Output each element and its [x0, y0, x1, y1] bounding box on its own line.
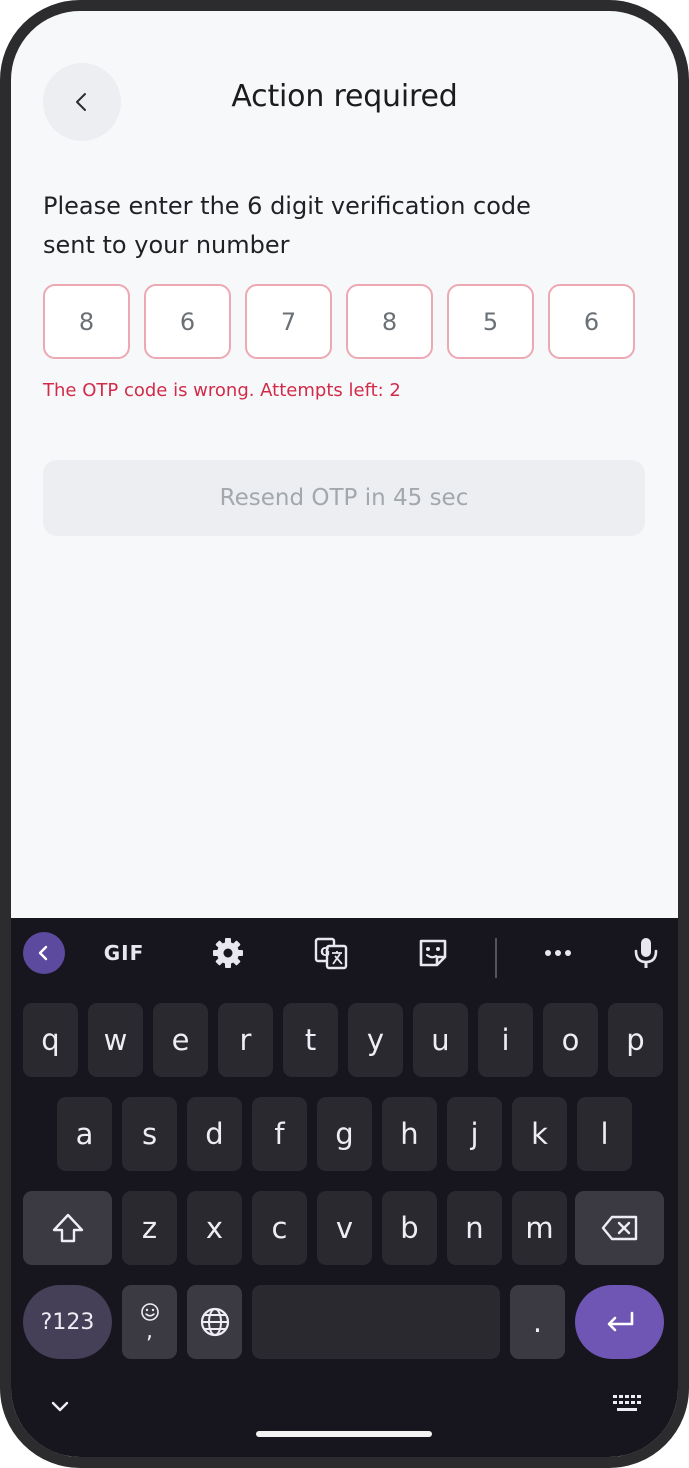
otp-digit-4[interactable]: 8 [346, 284, 433, 359]
more-options-button[interactable] [537, 932, 579, 974]
otp-input-group: 8 6 7 8 5 6 [43, 284, 635, 359]
key-p[interactable]: p [608, 1003, 663, 1077]
backspace-key[interactable] [575, 1191, 664, 1265]
gif-button[interactable]: GIF [101, 932, 147, 974]
keyboard-switcher-button[interactable] [611, 1393, 643, 1417]
key-u[interactable]: u [413, 1003, 468, 1077]
emoji-comma-key[interactable]: , [122, 1285, 177, 1359]
page-title: Action required [231, 79, 458, 114]
keyboard-collapse-button[interactable] [23, 932, 65, 974]
globe-icon [200, 1307, 229, 1337]
voice-input-button[interactable] [625, 932, 667, 974]
comma-label: , [146, 1319, 153, 1344]
key-n[interactable]: n [447, 1191, 502, 1265]
resend-otp-button[interactable]: Resend OTP in 45 sec [43, 460, 645, 536]
key-c[interactable]: c [252, 1191, 307, 1265]
sticker-icon [419, 939, 447, 967]
sticker-button[interactable] [412, 932, 454, 974]
key-r[interactable]: r [218, 1003, 273, 1077]
keyboard-settings-button[interactable] [207, 932, 249, 974]
key-m[interactable]: m [512, 1191, 567, 1265]
toolbar-divider [495, 938, 497, 978]
key-e[interactable]: e [153, 1003, 208, 1077]
language-key[interactable] [187, 1285, 242, 1359]
key-o[interactable]: o [543, 1003, 598, 1077]
chevron-down-icon [51, 1401, 69, 1412]
translate-button[interactable]: G [310, 932, 352, 974]
key-x[interactable]: x [187, 1191, 242, 1265]
key-v[interactable]: v [317, 1191, 372, 1265]
phone-frame: Action required Please enter the 6 digit… [0, 0, 689, 1468]
key-i[interactable]: i [478, 1003, 533, 1077]
key-f[interactable]: f [252, 1097, 307, 1171]
key-z[interactable]: z [122, 1191, 177, 1265]
key-q[interactable]: q [23, 1003, 78, 1077]
more-icon [545, 950, 571, 956]
otp-digit-6[interactable]: 6 [548, 284, 635, 359]
backspace-icon [601, 1215, 637, 1241]
soft-keyboard: GIF G q w e r t y u i o p a s d f g h j … [11, 918, 678, 1457]
navigation-bar [11, 1377, 678, 1457]
key-g[interactable]: g [317, 1097, 372, 1171]
translate-icon: G [314, 937, 348, 970]
gear-icon [213, 938, 243, 968]
keyboard-hide-button[interactable] [47, 1393, 73, 1419]
instruction-line-2: sent to your number [43, 231, 290, 259]
key-b[interactable]: b [382, 1191, 437, 1265]
otp-digit-1[interactable]: 8 [43, 284, 130, 359]
microphone-icon [634, 938, 658, 968]
key-k[interactable]: k [512, 1097, 567, 1171]
period-key[interactable]: . [510, 1285, 565, 1359]
screen: Action required Please enter the 6 digit… [11, 11, 678, 1457]
keyboard-toolbar: GIF G [11, 918, 678, 990]
space-key[interactable] [252, 1285, 500, 1359]
otp-digit-2[interactable]: 6 [144, 284, 231, 359]
key-h[interactable]: h [382, 1097, 437, 1171]
instruction-line-1: Please enter the 6 digit verification co… [43, 192, 531, 220]
otp-digit-5[interactable]: 5 [447, 284, 534, 359]
key-w[interactable]: w [88, 1003, 143, 1077]
key-a[interactable]: a [57, 1097, 112, 1171]
key-s[interactable]: s [122, 1097, 177, 1171]
key-j[interactable]: j [447, 1097, 502, 1171]
otp-digit-3[interactable]: 7 [245, 284, 332, 359]
instruction-text: Please enter the 6 digit verification co… [43, 187, 563, 265]
key-y[interactable]: y [348, 1003, 403, 1077]
shift-key[interactable] [23, 1191, 112, 1265]
home-indicator[interactable] [256, 1431, 432, 1437]
enter-key[interactable] [575, 1285, 664, 1359]
shift-icon [52, 1213, 83, 1243]
symbols-key[interactable]: ?123 [23, 1285, 112, 1359]
key-t[interactable]: t [283, 1003, 338, 1077]
svg-text:G: G [320, 945, 330, 959]
key-l[interactable]: l [577, 1097, 632, 1171]
key-d[interactable]: d [187, 1097, 242, 1171]
keyboard-icon [613, 1395, 641, 1411]
chevron-left-icon [38, 945, 48, 961]
enter-icon [607, 1311, 633, 1332]
otp-error-message: The OTP code is wrong. Attempts left: 2 [43, 380, 401, 401]
